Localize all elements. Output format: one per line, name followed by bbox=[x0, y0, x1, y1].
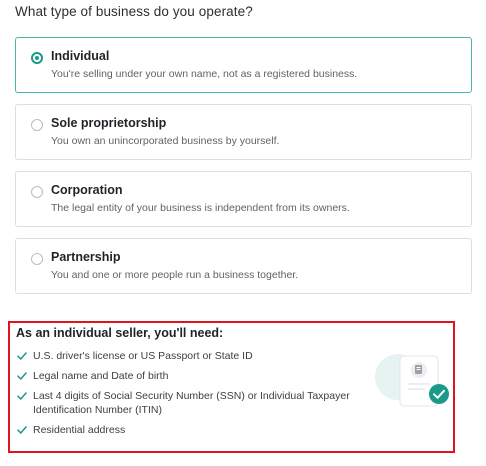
option-description: You're selling under your own name, not … bbox=[51, 68, 358, 80]
option-partnership[interactable]: Partnership You and one or more people r… bbox=[15, 238, 472, 294]
radio-corporation[interactable] bbox=[31, 186, 43, 198]
requirement-text: U.S. driver's license or US Passport or … bbox=[33, 350, 253, 362]
requirements-panel: As an individual seller, you'll need: U.… bbox=[8, 321, 455, 453]
option-description: You own an unincorporated business by yo… bbox=[51, 135, 280, 147]
requirement-text: Residential address bbox=[33, 424, 126, 436]
option-description: You and one or more people run a busines… bbox=[51, 269, 299, 281]
option-individual[interactable]: Individual You're selling under your own… bbox=[15, 37, 472, 93]
option-corporation[interactable]: Corporation The legal entity of your bus… bbox=[15, 171, 472, 227]
page-question: What type of business do you operate? bbox=[15, 4, 253, 19]
requirements-title: As an individual seller, you'll need: bbox=[16, 326, 224, 340]
check-icon bbox=[17, 352, 27, 360]
document-illustration-icon bbox=[375, 354, 449, 407]
requirement-item: Residential address bbox=[16, 423, 356, 437]
verified-check-icon bbox=[429, 384, 449, 404]
option-title: Sole proprietorship bbox=[51, 116, 167, 130]
requirement-item: Legal name and Date of birth bbox=[16, 369, 356, 383]
check-icon bbox=[17, 372, 27, 380]
requirement-item: Last 4 digits of Social Security Number … bbox=[16, 389, 356, 417]
option-sole-proprietorship[interactable]: Sole proprietorship You own an unincorpo… bbox=[15, 104, 472, 160]
requirements-list: U.S. driver's license or US Passport or … bbox=[16, 349, 356, 443]
requirement-text: Last 4 digits of Social Security Number … bbox=[33, 390, 350, 416]
check-icon bbox=[17, 426, 27, 434]
option-title: Individual bbox=[51, 49, 110, 63]
requirement-item: U.S. driver's license or US Passport or … bbox=[16, 349, 356, 363]
option-title: Partnership bbox=[51, 250, 121, 264]
radio-sole-proprietorship[interactable] bbox=[31, 119, 43, 131]
radio-partnership[interactable] bbox=[31, 253, 43, 265]
requirement-text: Legal name and Date of birth bbox=[33, 370, 169, 382]
option-description: The legal entity of your business is ind… bbox=[51, 202, 350, 214]
radio-individual[interactable] bbox=[31, 52, 43, 64]
option-title: Corporation bbox=[51, 183, 123, 197]
check-icon bbox=[17, 392, 27, 400]
